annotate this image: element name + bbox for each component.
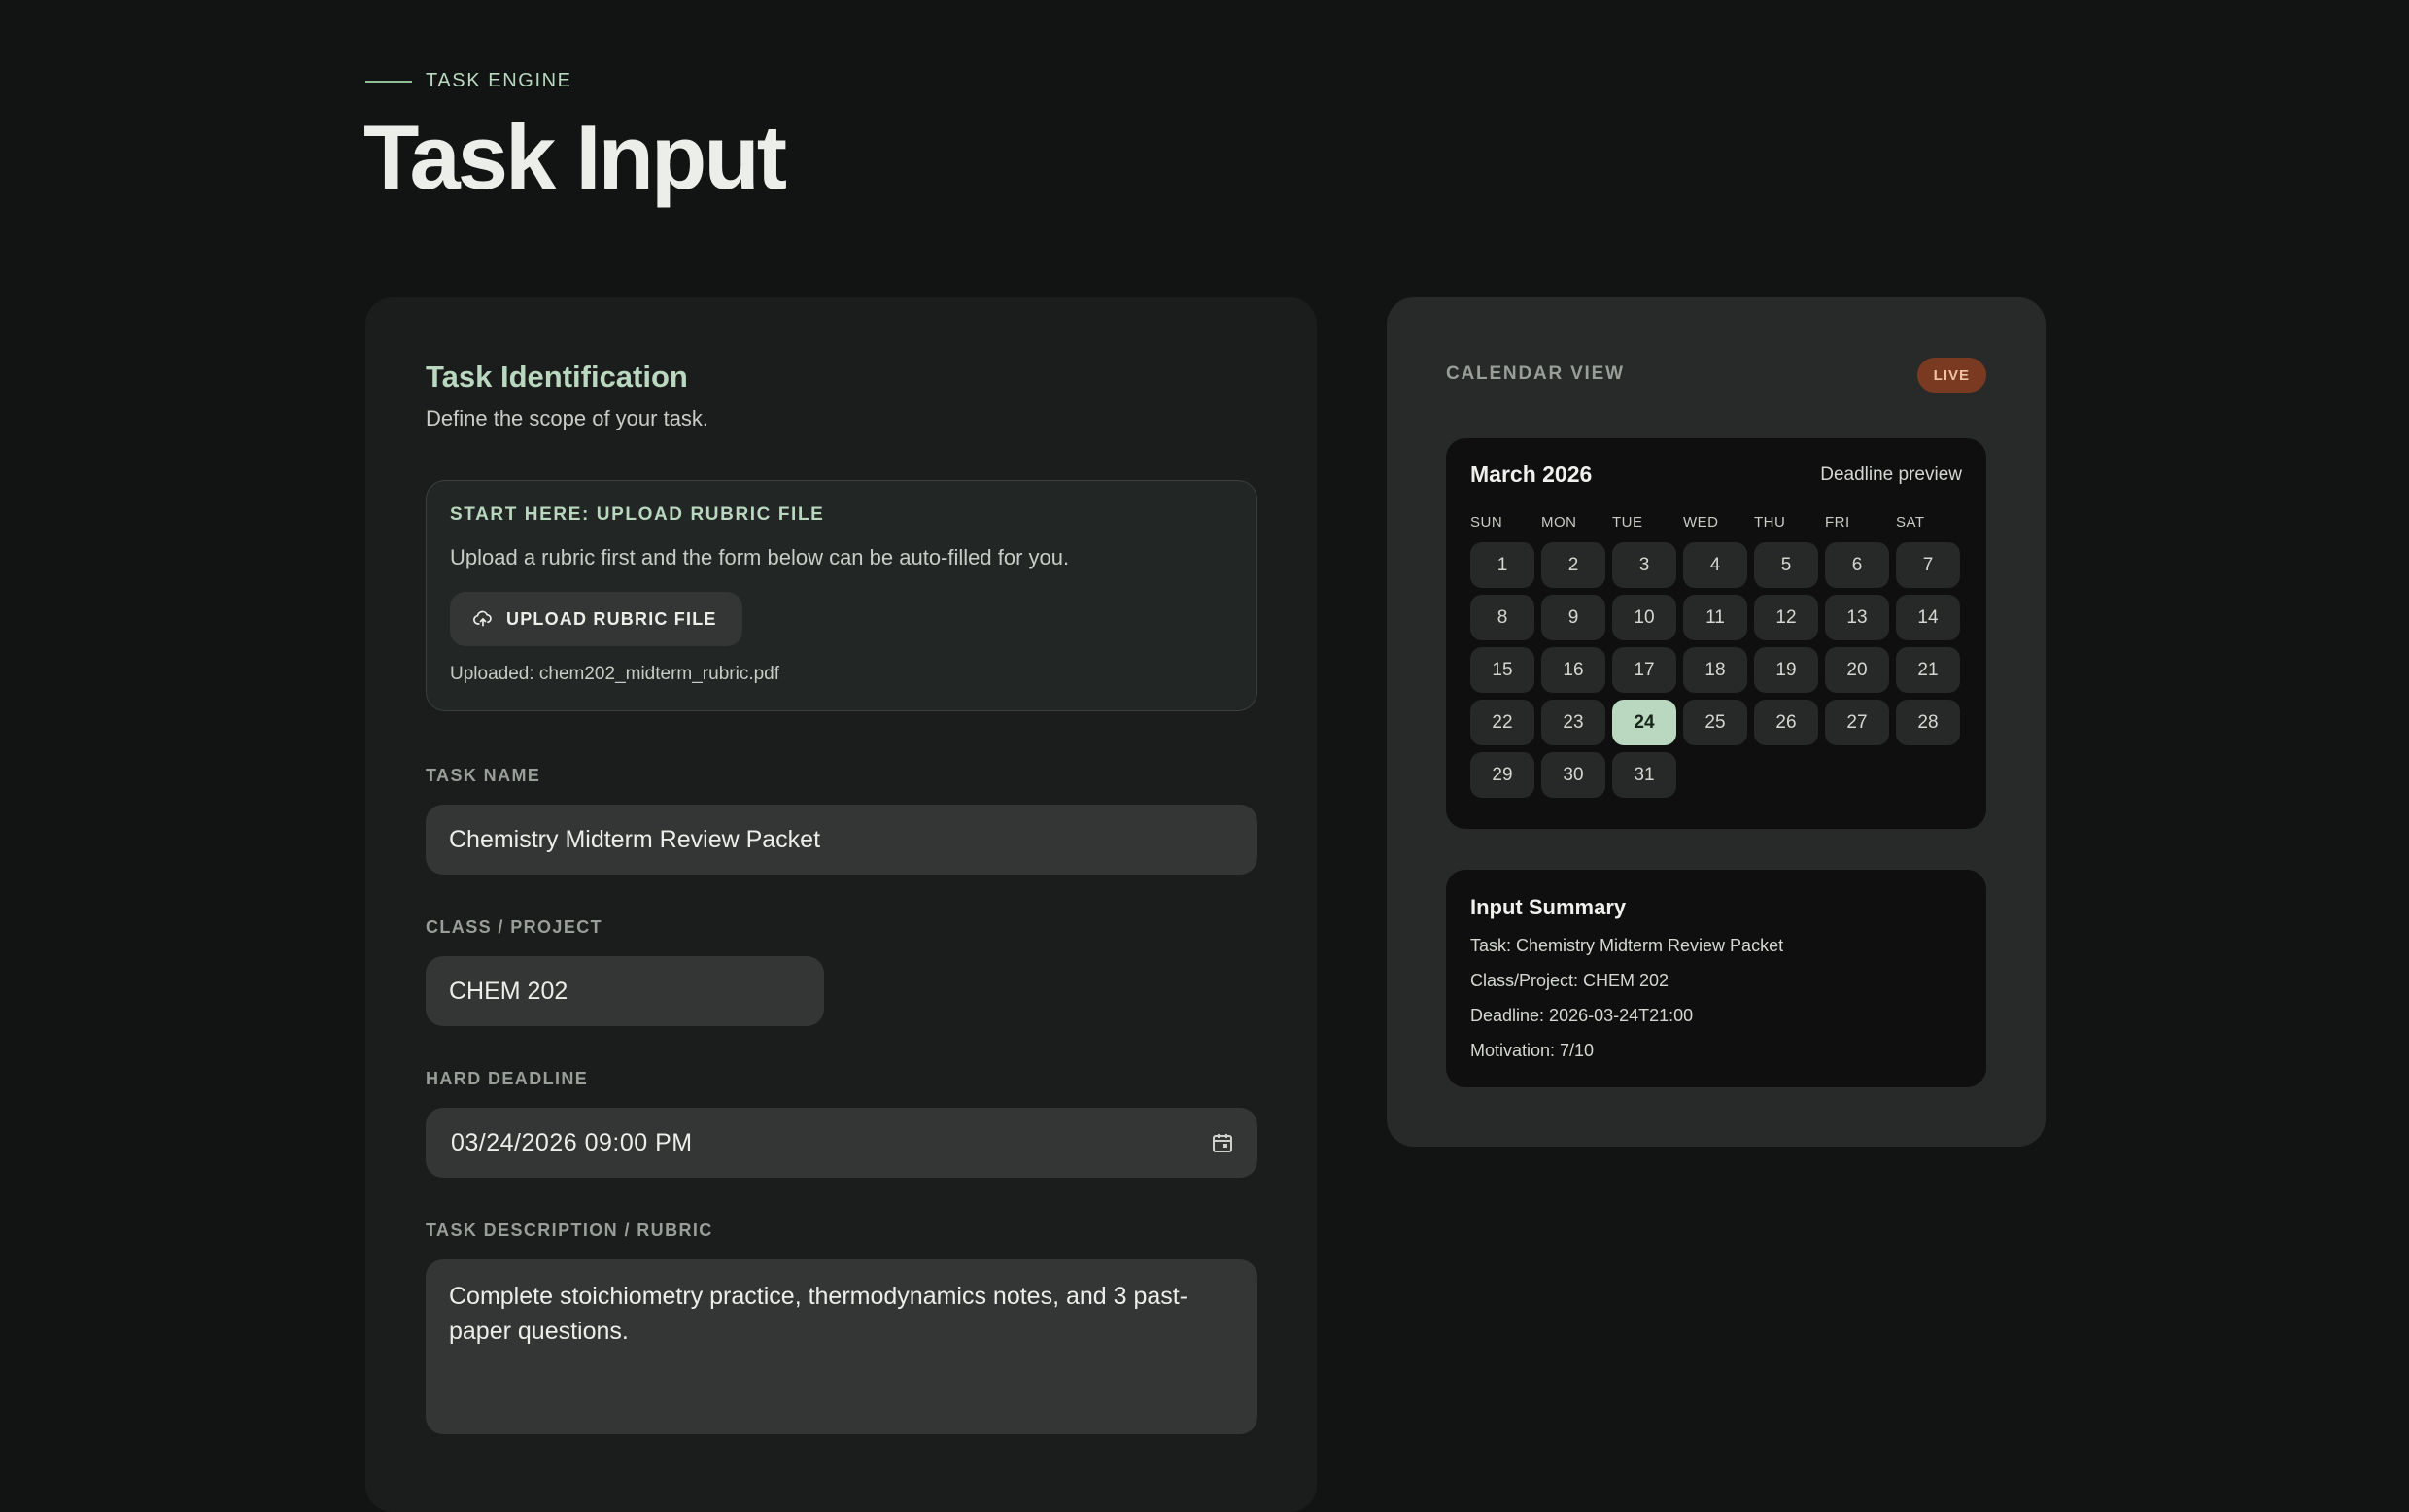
calendar-day[interactable]: 12 [1754,595,1818,640]
calendar-day[interactable]: 10 [1612,595,1676,640]
calendar-day[interactable]: 8 [1470,595,1534,640]
weekday-label: SUN [1470,514,1503,531]
deadline-preview-label: Deadline preview [1820,464,1962,485]
weekday-label: WED [1683,514,1719,531]
calendar-day[interactable]: 14 [1896,595,1960,640]
calendar-icon[interactable] [1211,1131,1234,1154]
calendar-day[interactable]: 9 [1541,595,1605,640]
upload-description: Upload a rubric first and the form below… [450,545,1070,569]
weekday-label: TUE [1612,514,1643,531]
rubric-upload-box: START HERE: UPLOAD RUBRIC FILE Upload a … [426,480,1257,711]
summary-class-project: Class/Project: CHEM 202 [1470,971,1669,990]
cloud-upload-icon [473,610,492,627]
summary-motivation: Motivation: 7/10 [1470,1041,1595,1060]
calendar-day[interactable]: 2 [1541,542,1605,588]
task-form-panel: Task Identification Define the scope of … [365,297,1317,1512]
summary-title: Input Summary [1470,895,1627,919]
hard-deadline-label: HARD DEADLINE [426,1069,589,1088]
calendar-weekdays: SUN MON TUE WED THU FRI SAT [1470,514,1962,531]
input-summary: Input Summary Task: Chemistry Midterm Re… [1446,870,1986,1087]
calendar-day[interactable]: 11 [1683,595,1747,640]
summary-deadline: Deadline: 2026-03-24T21:00 [1470,1006,1694,1025]
page-title: Task Input [363,106,787,208]
calendar-day[interactable]: 25 [1683,700,1747,745]
upload-rubric-button[interactable]: UPLOAD RUBRIC FILE [450,592,742,646]
hard-deadline-field [426,1108,1257,1178]
weekday-label: FRI [1825,514,1850,531]
calendar-day[interactable]: 3 [1612,542,1676,588]
task-description-textarea[interactable]: Complete stoichiometry practice, thermod… [426,1259,1257,1434]
weekday-label: SAT [1896,514,1925,531]
eyebrow: TASK ENGINE [365,70,572,92]
calendar-day[interactable]: 5 [1754,542,1818,588]
calendar-day[interactable]: 28 [1896,700,1960,745]
section-subtitle: Define the scope of your task. [426,406,709,430]
calendar-day[interactable]: 30 [1541,752,1605,798]
calendar-grid: 1 2 3 4 5 6 7 8 9 10 11 12 13 14 15 16 17 18 19 20 21 22 23 24 2… [1470,542,1962,798]
summary-task: Task: Chemistry Midterm Review Packet [1470,936,1784,955]
calendar-day[interactable]: 4 [1683,542,1747,588]
calendar-day[interactable]: 7 [1896,542,1960,588]
calendar-day[interactable]: 31 [1612,752,1676,798]
eyebrow-line [365,80,412,83]
upload-status: Uploaded: chem202_midterm_rubric.pdf [450,664,780,684]
calendar-day[interactable]: 23 [1541,700,1605,745]
calendar-day[interactable]: 22 [1470,700,1534,745]
calendar: March 2026 Deadline preview SUN MON TUE … [1446,438,1986,829]
calendar-day[interactable]: 20 [1825,647,1889,693]
hard-deadline-input[interactable] [426,1108,1203,1178]
upload-heading: START HERE: UPLOAD RUBRIC FILE [450,504,825,525]
calendar-day[interactable]: 29 [1470,752,1534,798]
calendar-day[interactable]: 6 [1825,542,1889,588]
calendar-view-heading: CALENDAR VIEW [1446,363,1625,384]
calendar-day[interactable]: 18 [1683,647,1747,693]
calendar-day[interactable]: 1 [1470,542,1534,588]
calendar-day[interactable]: 19 [1754,647,1818,693]
calendar-day[interactable]: 13 [1825,595,1889,640]
calendar-panel: CALENDAR VIEW LIVE March 2026 Deadline p… [1387,297,2046,1147]
class-project-label: CLASS / PROJECT [426,917,603,937]
calendar-day[interactable]: 27 [1825,700,1889,745]
calendar-day[interactable]: 17 [1612,647,1676,693]
task-name-input[interactable] [426,805,1257,875]
calendar-day[interactable]: 15 [1470,647,1534,693]
calendar-day[interactable]: 26 [1754,700,1818,745]
calendar-day[interactable]: 16 [1541,647,1605,693]
calendar-day[interactable]: 21 [1896,647,1960,693]
calendar-day-selected[interactable]: 24 [1612,700,1676,745]
weekday-label: THU [1754,514,1786,531]
task-name-label: TASK NAME [426,766,541,785]
class-project-input[interactable] [426,956,824,1026]
weekday-label: MON [1541,514,1577,531]
task-description-label: TASK DESCRIPTION / RUBRIC [426,1220,713,1240]
calendar-month: March 2026 [1470,462,1593,487]
live-badge: LIVE [1916,358,1986,393]
section-title: Task Identification [426,360,688,394]
upload-button-label: UPLOAD RUBRIC FILE [506,608,717,629]
eyebrow-label: TASK ENGINE [426,70,572,91]
